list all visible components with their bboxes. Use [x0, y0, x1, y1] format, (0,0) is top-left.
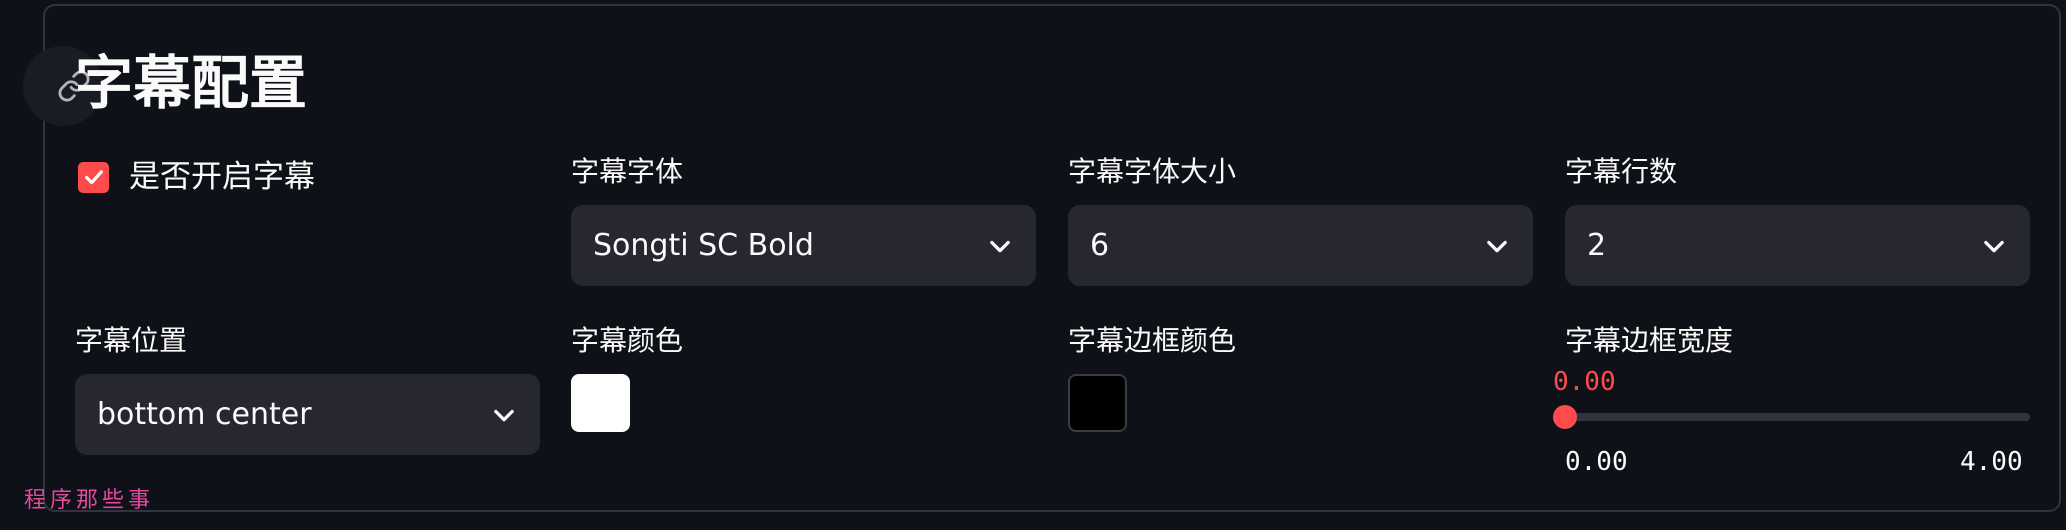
border-width-slider[interactable]: [1553, 405, 2030, 429]
line-count-select-value: 2: [1587, 228, 1607, 263]
font-select[interactable]: Songti SC Bold: [571, 205, 1036, 286]
chevron-down-icon: [990, 240, 1010, 252]
font-select-value: Songti SC Bold: [593, 228, 814, 263]
chevron-down-icon: [1487, 240, 1507, 252]
font-size-select-value: 6: [1090, 228, 1110, 263]
slider-min-label: 0.00: [1565, 447, 1628, 477]
slider-max-label: 4.00: [1960, 447, 2023, 477]
font-size-label: 字幕字体大小: [1068, 155, 1237, 188]
position-select[interactable]: bottom center: [75, 374, 540, 455]
font-label: 字幕字体: [571, 155, 684, 188]
enable-subtitles-label: 是否开启字幕: [129, 159, 315, 195]
position-label: 字幕位置: [75, 324, 188, 357]
font-size-select[interactable]: 6: [1068, 205, 1533, 286]
checkbox-checked-icon[interactable]: [78, 161, 109, 193]
line-count-label: 字幕行数: [1565, 155, 1678, 188]
line-count-select[interactable]: 2: [1565, 205, 2030, 286]
section-title: 字幕配置: [75, 49, 308, 117]
border-color-picker-swatch[interactable]: [1068, 374, 1127, 432]
position-select-value: bottom center: [97, 397, 312, 432]
color-picker-swatch[interactable]: [571, 374, 630, 432]
slider-thumb[interactable]: [1553, 405, 1577, 429]
chevron-down-icon: [494, 409, 514, 421]
watermark: 程序那些事: [24, 488, 155, 513]
border-width-label: 字幕边框宽度: [1565, 324, 1734, 357]
chevron-down-icon: [1984, 240, 2004, 252]
color-label: 字幕颜色: [571, 324, 684, 357]
border-color-label: 字幕边框颜色: [1068, 324, 1237, 357]
slider-current-value: 0.00: [1553, 367, 1616, 397]
enable-subtitles-checkbox[interactable]: 是否开启字幕: [78, 157, 315, 197]
